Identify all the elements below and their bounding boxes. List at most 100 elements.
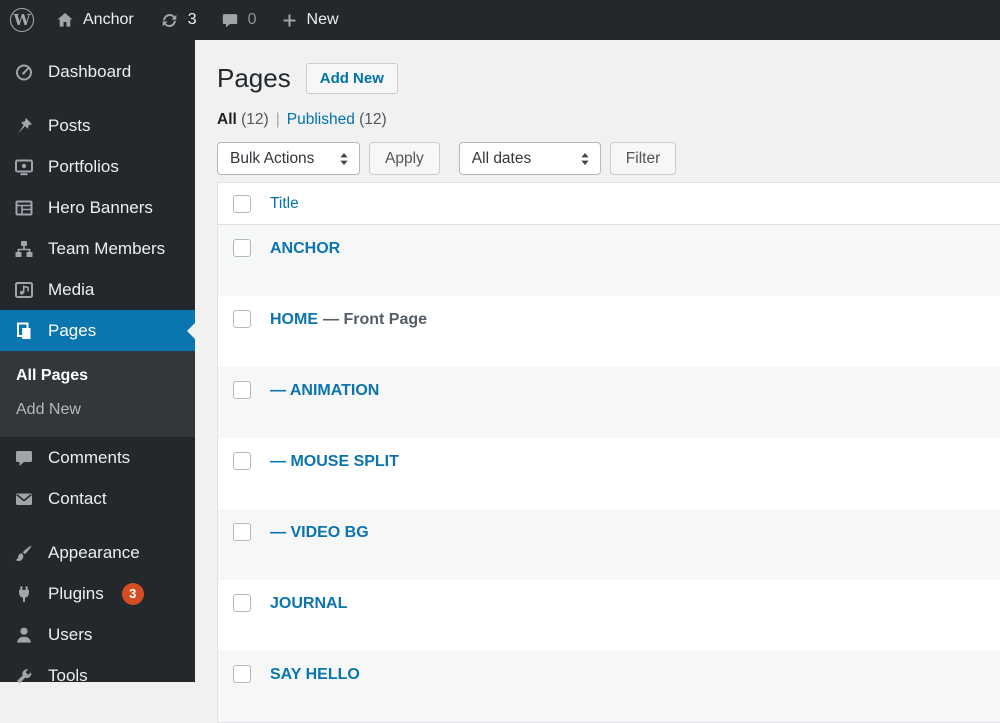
table-row: — ANIMATION xyxy=(218,367,1000,438)
user-icon xyxy=(12,623,36,647)
comments-count: 0 xyxy=(247,11,257,28)
home-icon xyxy=(56,11,74,29)
submenu-item-label: All Pages xyxy=(16,367,89,384)
sidebar-item-plugins[interactable]: Plugins 3 xyxy=(0,573,195,614)
update-icon xyxy=(160,11,179,30)
page-title-link[interactable]: — VIDEO BG xyxy=(270,523,369,542)
page-title-link[interactable]: SAY HELLO xyxy=(270,665,360,684)
row-checkbox[interactable] xyxy=(233,310,251,328)
submenu-item-add-new[interactable]: Add New xyxy=(0,393,195,427)
select-arrows-icon xyxy=(339,152,349,166)
row-checkbox[interactable] xyxy=(233,594,251,612)
submenu-item-label: Add New xyxy=(16,401,81,418)
sidebar-item-label: Hero Banners xyxy=(48,197,153,217)
sidebar-item-appearance[interactable]: Appearance xyxy=(0,532,195,573)
table-header-row: Title xyxy=(218,183,1000,225)
sidebar-item-label: Contact xyxy=(48,488,107,508)
row-checkbox[interactable] xyxy=(233,452,251,470)
view-all-link[interactable]: All (12) xyxy=(217,111,269,128)
sidebar-item-dashboard[interactable]: Dashboard xyxy=(0,51,195,92)
page-title: Pages xyxy=(217,62,291,93)
sidebar-item-label: Tools xyxy=(48,665,88,685)
row-checkbox[interactable] xyxy=(233,381,251,399)
dashboard-gauge-icon xyxy=(12,60,36,84)
view-all-label: All xyxy=(217,111,237,128)
view-published-label: Published xyxy=(286,111,355,128)
comment-bubble-icon xyxy=(221,11,239,29)
new-label: New xyxy=(306,11,339,28)
page-title-link[interactable]: HOME xyxy=(270,310,318,329)
sidebar-item-comments[interactable]: Comments xyxy=(0,437,195,478)
page-title-link[interactable]: — ANIMATION xyxy=(270,381,379,400)
select-arrows-icon xyxy=(580,152,590,166)
pushpin-icon xyxy=(12,114,36,138)
page-title-link[interactable]: — MOUSE SPLIT xyxy=(270,452,399,471)
table-row: — MOUSE SPLIT xyxy=(218,438,1000,509)
main-content: Pages Add New All (12) | Published (12) Bu… xyxy=(195,40,1000,723)
sidebar-item-label: Plugins xyxy=(48,583,104,603)
pages-submenu: All Pages Add New xyxy=(0,351,195,437)
sidebar-item-contact[interactable]: Contact xyxy=(0,478,195,519)
sidebar-item-portfolios[interactable]: Portfolios xyxy=(0,146,195,187)
paintbrush-icon xyxy=(12,541,36,565)
org-chart-icon xyxy=(12,237,36,261)
admin-bar: W Anchor 3 0 New xyxy=(0,0,1000,40)
views-filter: All (12) | Published (12) xyxy=(217,111,1000,129)
comments-link[interactable]: 0 xyxy=(209,0,269,40)
sidebar-item-label: Posts xyxy=(48,115,91,135)
view-all-count: (12) xyxy=(241,111,269,128)
sidebar-item-pages[interactable]: Pages xyxy=(0,310,195,351)
menu-separator xyxy=(0,92,195,105)
table-row: HOME — Front Page xyxy=(218,296,1000,367)
sidebar-item-tools[interactable]: Tools xyxy=(0,655,195,696)
sidebar-item-media[interactable]: Media xyxy=(0,269,195,310)
sidebar-item-label: Dashboard xyxy=(48,61,132,81)
sidebar-item-hero-banners[interactable]: Hero Banners xyxy=(0,187,195,228)
site-name: Anchor xyxy=(83,11,134,28)
sidebar-item-posts[interactable]: Posts xyxy=(0,105,195,146)
submenu-item-all-pages[interactable]: All Pages xyxy=(0,359,195,393)
wordpress-logo-icon: W xyxy=(10,8,34,32)
table-row: JOURNAL xyxy=(218,580,1000,651)
sidebar-item-label: Media xyxy=(48,279,95,299)
row-checkbox[interactable] xyxy=(233,239,251,257)
views-separator: | xyxy=(275,111,280,128)
table-row: ANCHOR xyxy=(218,225,1000,296)
comments-bubble-icon xyxy=(12,446,36,470)
dates-filter-select[interactable]: All dates xyxy=(458,142,601,175)
wordpress-menu[interactable]: W xyxy=(0,0,42,40)
title-column-header[interactable]: Title xyxy=(270,195,299,213)
sidebar-item-label: Pages xyxy=(48,320,97,340)
filter-button[interactable]: Filter xyxy=(609,142,677,175)
portfolio-screen-icon xyxy=(12,155,36,179)
dates-filter-value: All dates xyxy=(471,149,532,167)
site-name-link[interactable]: Anchor xyxy=(42,0,148,40)
plugin-icon xyxy=(12,582,36,606)
row-checkbox[interactable] xyxy=(233,523,251,541)
select-all-checkbox[interactable] xyxy=(233,194,251,213)
banner-grid-icon xyxy=(12,196,36,220)
sidebar-item-team-members[interactable]: Team Members xyxy=(0,228,195,269)
updates-link[interactable]: 3 xyxy=(148,0,209,40)
sidebar-item-users[interactable]: Users xyxy=(0,614,195,655)
sidebar-item-label: Team Members xyxy=(48,238,166,258)
sidebar-item-label: Portfolios xyxy=(48,156,119,176)
sidebar-item-label: Comments xyxy=(48,447,131,467)
table-toolbar: Bulk Actions Apply All dates Filter xyxy=(217,142,1000,175)
sidebar-item-label: Appearance xyxy=(48,542,140,562)
page-title-link[interactable]: ANCHOR xyxy=(270,239,340,258)
media-icon xyxy=(12,278,36,302)
page-title-link[interactable]: JOURNAL xyxy=(270,594,347,613)
envelope-icon xyxy=(12,487,36,511)
row-checkbox[interactable] xyxy=(233,665,251,683)
add-new-button[interactable]: Add New xyxy=(305,63,398,94)
new-content-link[interactable]: New xyxy=(269,0,351,40)
post-state-label: — Front Page xyxy=(323,311,428,328)
view-published-link[interactable]: Published (12) xyxy=(287,111,387,128)
bulk-actions-value: Bulk Actions xyxy=(230,149,315,167)
menu-separator xyxy=(0,519,195,532)
bulk-actions-select[interactable]: Bulk Actions xyxy=(217,142,360,175)
admin-menu: Dashboard Posts Portfolios Hero Banners xyxy=(0,40,195,685)
apply-button[interactable]: Apply xyxy=(369,142,440,175)
plugins-update-badge: 3 xyxy=(121,582,144,605)
